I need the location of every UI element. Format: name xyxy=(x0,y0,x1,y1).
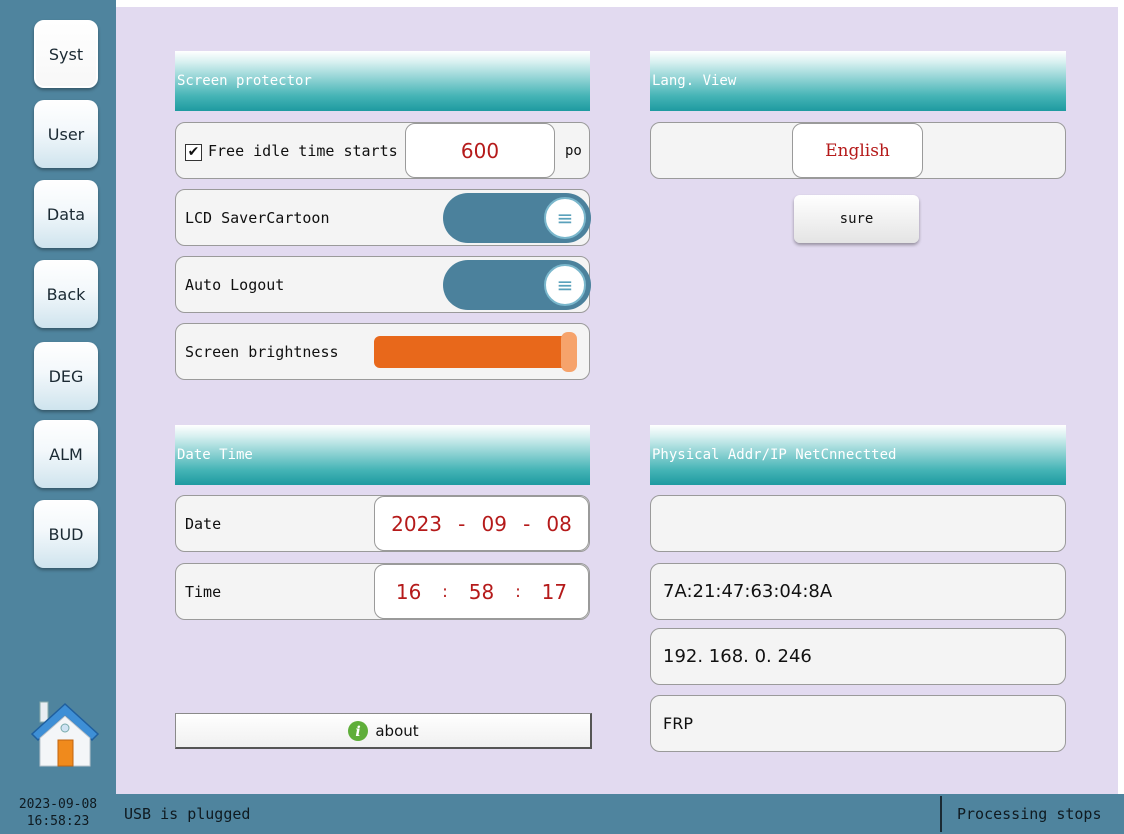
status-divider xyxy=(940,796,942,832)
sidebar-item-label: Syst xyxy=(48,44,84,64)
idle-time-input[interactable]: 600 xyxy=(405,123,555,178)
auto-logout-label: Auto Logout xyxy=(185,275,285,294)
date-day: 08 xyxy=(546,511,572,536)
lcd-saver-toggle[interactable]: ≡ xyxy=(443,193,591,243)
mac-address-field[interactable]: 7A:21:47:63:04:8A xyxy=(650,563,1066,620)
brightness-slider[interactable] xyxy=(374,336,576,368)
date-input[interactable]: 2023 - 09 - 08 xyxy=(374,496,589,551)
sidebar-item-alm[interactable]: ALM xyxy=(34,420,98,488)
info-icon: i xyxy=(348,720,369,741)
date-separator: - xyxy=(458,511,466,536)
date-row: Date 2023 - 09 - 08 xyxy=(175,495,590,552)
sidebar-item-label: Back xyxy=(46,284,86,304)
language-header: Lang. View xyxy=(650,51,1066,111)
section-title: Screen protector xyxy=(177,73,312,89)
screen-protector-header: Screen protector xyxy=(175,51,590,111)
status-datetime: 2023-09-08 16:58:23 xyxy=(0,796,116,830)
status-bar: 2023-09-08 16:58:23 USB is plugged Proce… xyxy=(0,794,1124,834)
language-row: English xyxy=(650,122,1066,179)
sidebar-item-data[interactable]: Data xyxy=(34,180,98,248)
sidebar-item-label: DEG xyxy=(48,366,84,386)
sidebar-item-label: User xyxy=(47,124,85,144)
sidebar-item-bud[interactable]: BUD xyxy=(34,500,98,568)
sidebar-item-back[interactable]: Back xyxy=(34,260,98,328)
about-button[interactable]: i about xyxy=(175,713,592,749)
time-hour: 16 xyxy=(395,579,422,604)
sidebar-item-deg[interactable]: DEG xyxy=(34,342,98,410)
status-time: 16:58:23 xyxy=(26,814,90,829)
brightness-label: Screen brightness xyxy=(185,342,339,361)
time-second: 17 xyxy=(541,579,568,604)
process-status: Processing stops xyxy=(957,805,1102,823)
sidebar-item-user[interactable]: User xyxy=(34,100,98,168)
time-separator: : xyxy=(442,581,448,602)
network-field-1[interactable] xyxy=(650,495,1066,552)
datetime-header: Date Time xyxy=(175,425,590,485)
time-label: Time xyxy=(185,582,222,601)
time-separator: : xyxy=(515,581,521,602)
time-minute: 58 xyxy=(468,579,495,604)
sidebar-item-syst[interactable]: Syst xyxy=(34,20,98,88)
section-title: Physical Addr/IP NetCnnectted xyxy=(652,447,897,463)
time-input[interactable]: 16 : 58 : 17 xyxy=(374,564,589,619)
lcd-saver-label: LCD SaverCartoon xyxy=(185,208,330,227)
section-title: Lang. View xyxy=(652,73,737,89)
idle-unit: po xyxy=(565,142,582,159)
menu-lines-icon: ≡ xyxy=(544,264,586,306)
language-select[interactable]: English xyxy=(792,123,923,178)
sidebar-item-label: ALM xyxy=(49,444,83,464)
date-separator: - xyxy=(523,511,531,536)
sure-button[interactable]: sure xyxy=(794,195,919,243)
network-header: Physical Addr/IP NetCnnectted xyxy=(650,425,1066,485)
time-row: Time 16 : 58 : 17 xyxy=(175,563,590,620)
auto-logout-toggle[interactable]: ≡ xyxy=(443,260,591,310)
network-name-text: FRP xyxy=(663,714,693,733)
network-name-field[interactable]: FRP xyxy=(650,695,1066,752)
status-date: 2023-09-08 xyxy=(18,797,98,812)
sidebar-item-label: Data xyxy=(46,204,86,224)
menu-lines-icon: ≡ xyxy=(544,197,586,239)
ip-address-text: 192. 168. 0. 246 xyxy=(663,646,812,667)
status-message: USB is plugged xyxy=(124,805,251,823)
date-year: 2023 xyxy=(391,511,443,536)
idle-label: Free idle time starts xyxy=(208,141,398,160)
auto-logout-row: Auto Logout ≡ xyxy=(175,256,591,313)
sidebar-item-label: BUD xyxy=(48,524,84,544)
date-label: Date xyxy=(185,514,222,533)
svg-text:i: i xyxy=(356,724,361,740)
idle-checkbox[interactable]: ✔ xyxy=(185,144,202,161)
mac-address-text: 7A:21:47:63:04:8A xyxy=(663,581,833,602)
about-label: about xyxy=(375,721,419,740)
date-month: 09 xyxy=(481,511,507,536)
section-title: Date Time xyxy=(177,447,253,463)
idle-time-row: ✔ Free idle time starts 600 po xyxy=(175,122,590,179)
main-panel: Screen protector ✔ Free idle time starts… xyxy=(116,7,1118,794)
brightness-row: Screen brightness xyxy=(175,323,590,380)
brightness-slider-thumb[interactable] xyxy=(561,332,577,372)
lcd-saver-row: LCD SaverCartoon ≡ xyxy=(175,189,591,246)
ip-address-field[interactable]: 192. 168. 0. 246 xyxy=(650,628,1066,685)
sidebar: Syst User Data Back DEG ALM BUD xyxy=(0,0,116,794)
home-icon[interactable] xyxy=(30,700,100,770)
